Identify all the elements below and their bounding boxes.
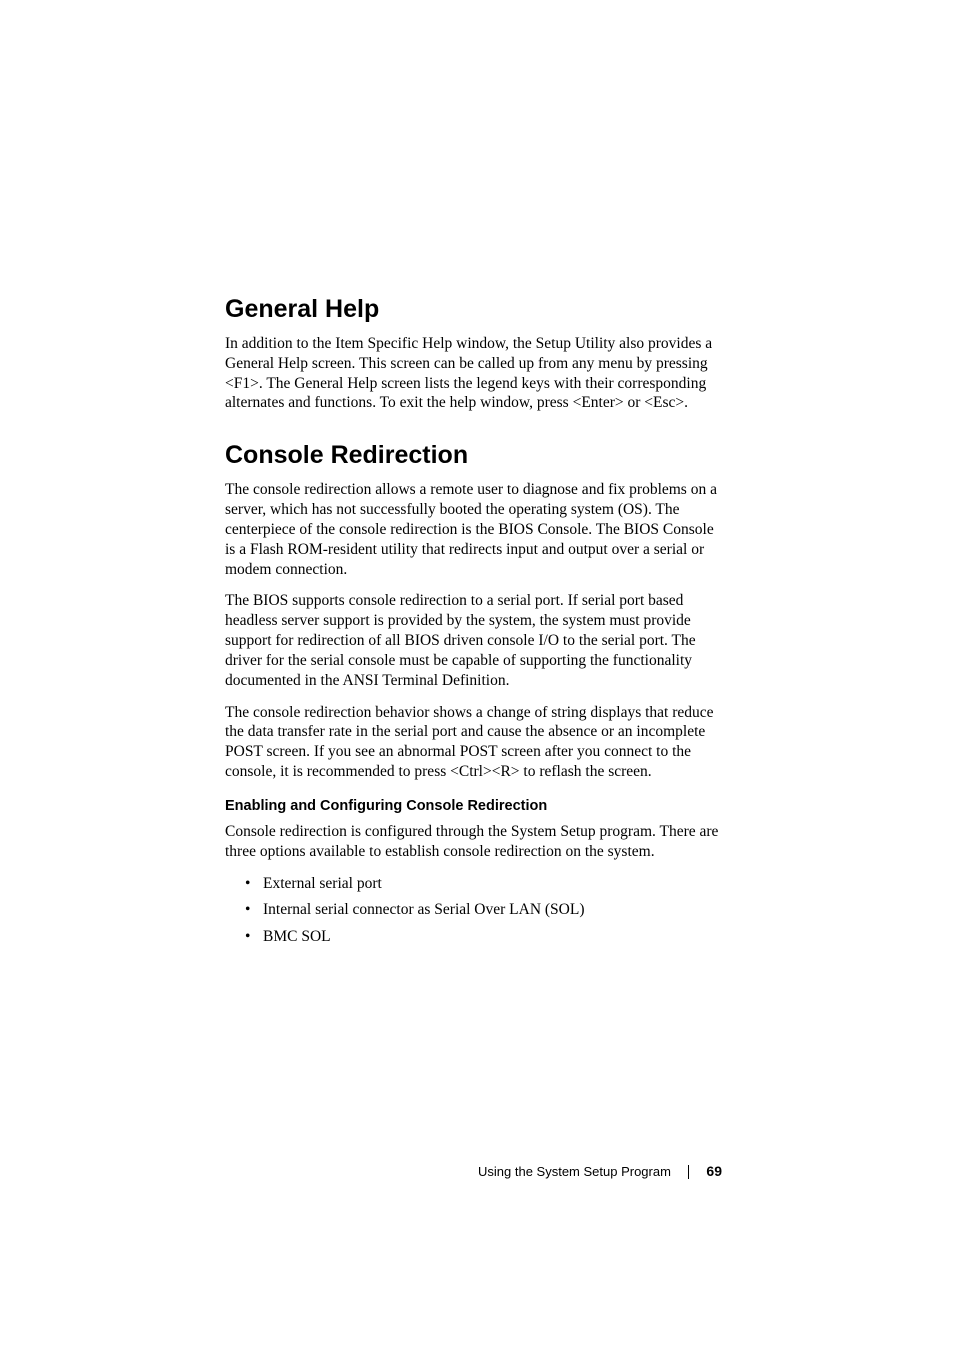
footer-page-number: 69 [706, 1163, 722, 1179]
list-item: Internal serial connector as Serial Over… [263, 900, 722, 920]
page-footer: Using the System Setup Program 69 [0, 1163, 954, 1180]
list-item: BMC SOL [263, 927, 722, 947]
options-list: External serial port Internal serial con… [225, 874, 722, 947]
paragraph: The console redirection allows a remote … [225, 480, 722, 579]
heading-general-help: General Help [225, 295, 722, 324]
subheading-enabling-configuring: Enabling and Configuring Console Redirec… [225, 798, 722, 814]
paragraph: The BIOS supports console redirection to… [225, 591, 722, 690]
footer-section-label: Using the System Setup Program [478, 1164, 671, 1179]
footer-divider [688, 1165, 689, 1179]
list-item: External serial port [263, 874, 722, 894]
paragraph: In addition to the Item Specific Help wi… [225, 334, 722, 413]
paragraph: The console redirection behavior shows a… [225, 703, 722, 782]
page-content: General Help In addition to the Item Spe… [0, 0, 954, 947]
paragraph: Console redirection is configured throug… [225, 822, 722, 862]
heading-console-redirection: Console Redirection [225, 441, 722, 470]
